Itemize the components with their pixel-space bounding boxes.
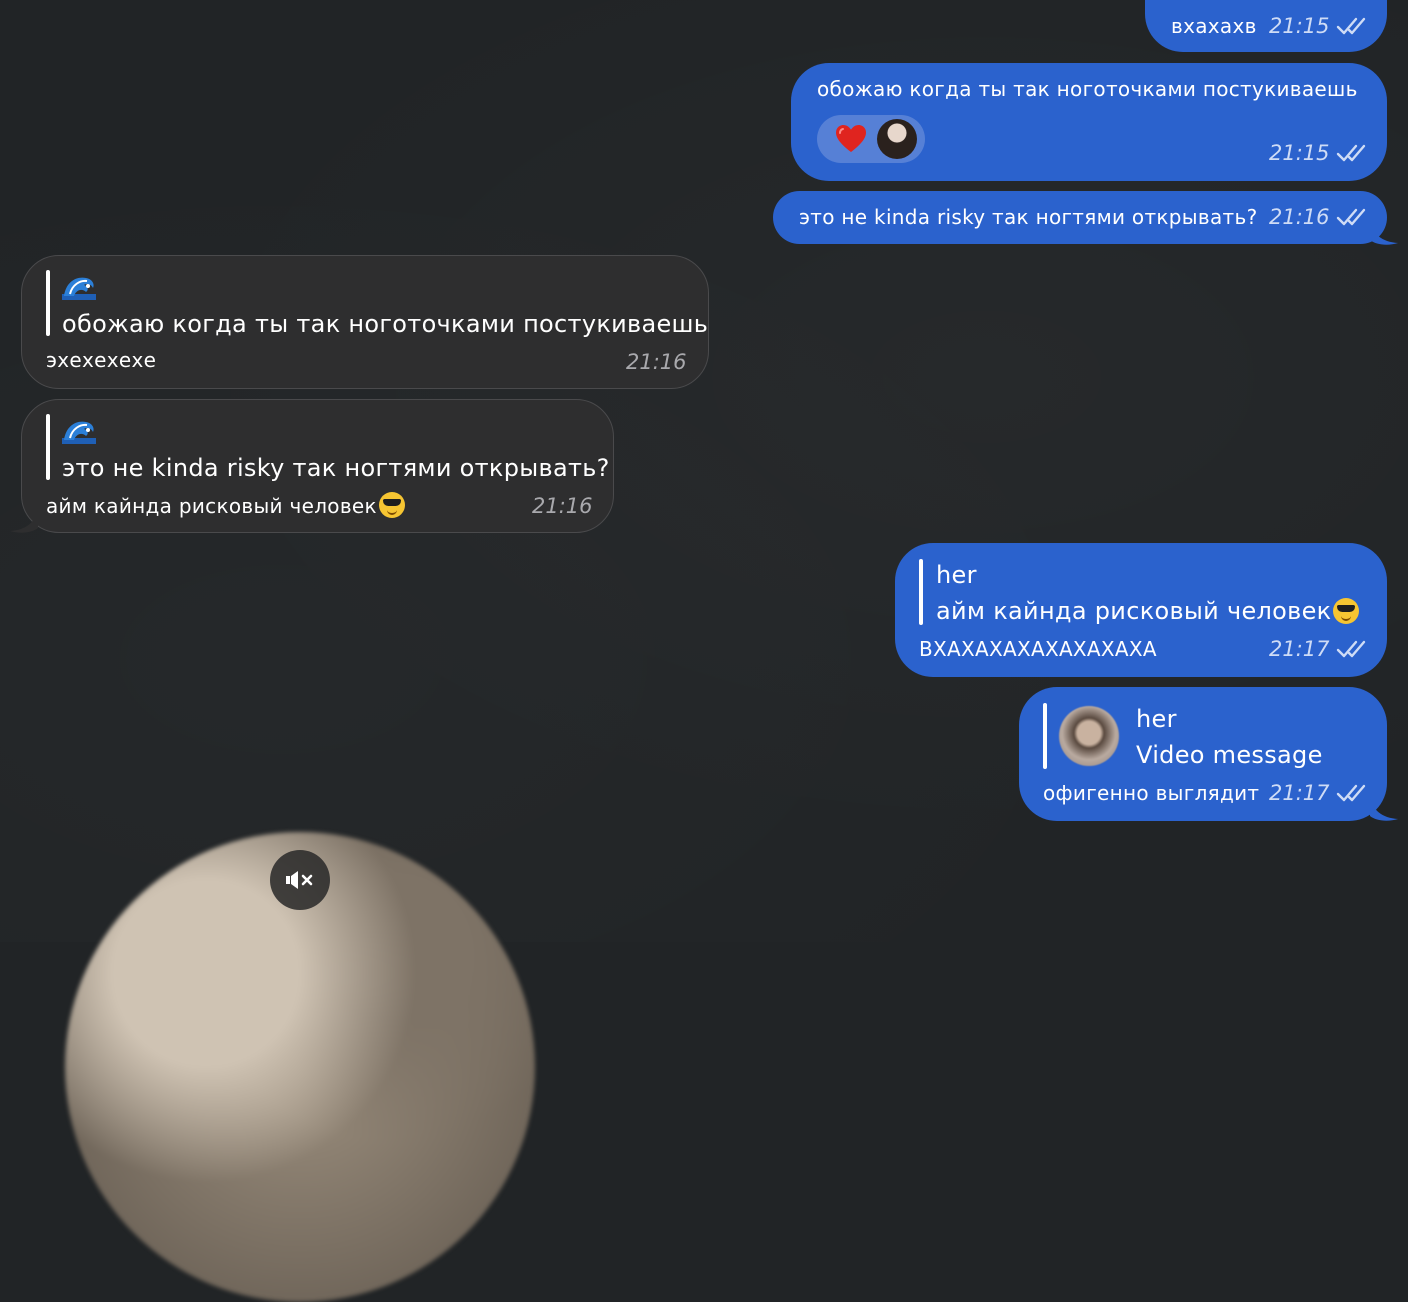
outgoing-message-4[interactable]: her айм кайнда рисковый человек ВХАХАХАХ…: [895, 543, 1387, 677]
message-text: это не kinda risky так ногтями открывать…: [799, 205, 1258, 229]
message-time: 21:17: [1269, 781, 1330, 805]
message-time: 21:15: [1269, 141, 1330, 165]
message-meta: 21:16: [1269, 205, 1368, 229]
message-meta: 21:15: [1269, 14, 1368, 38]
message-text: ВХАХАХАХАХАХАХАХА: [919, 637, 1157, 661]
outgoing-message-2[interactable]: обожаю когда ты так ноготочками постукив…: [791, 63, 1387, 181]
double-check-icon: [1336, 16, 1368, 36]
double-check-icon: [1336, 639, 1368, 659]
wave-emoji-icon: [62, 274, 96, 300]
reply-quote: Video message: [1136, 741, 1323, 769]
message-meta: 21:17: [1269, 637, 1368, 661]
reply-quote: это не kinda risky так ногтями открывать…: [62, 454, 610, 482]
outgoing-message-3[interactable]: это не kinda risky так ногтями открывать…: [773, 191, 1387, 244]
message-text: обожаю когда ты так ноготочками постукив…: [817, 77, 1358, 101]
reactor-avatar: [877, 119, 917, 159]
message-meta: 21:17: [1269, 781, 1368, 805]
reply-author: her: [936, 561, 977, 589]
double-check-icon: [1336, 143, 1368, 163]
wave-emoji-icon: [62, 418, 96, 444]
video-thumbnail: [1059, 706, 1119, 766]
sunglasses-emoji-icon: [378, 492, 405, 518]
bubble-tail: [10, 508, 38, 533]
reply-bar: [46, 414, 50, 480]
incoming-message-2[interactable]: это не kinda risky так ногтями открывать…: [21, 399, 614, 533]
reply-quote: обожаю когда ты так ноготочками постукив…: [62, 310, 709, 338]
message-meta: 21:15: [1269, 141, 1368, 165]
speaker-muted-icon: [284, 868, 316, 896]
message-time: 21:15: [1269, 14, 1330, 38]
reaction-chip[interactable]: [817, 115, 925, 163]
reply-bar: [46, 270, 50, 336]
double-check-icon: [1336, 783, 1368, 803]
message-time: 21:16: [1269, 205, 1330, 229]
message-time: 21:16: [532, 494, 593, 518]
message-time: 21:17: [1269, 637, 1330, 661]
message-text-row: айм кайнда рисковый человек: [46, 492, 405, 518]
outgoing-message-5[interactable]: her Video message офигенно выглядит 21:1…: [1019, 687, 1387, 821]
message-text: вхахахв: [1171, 14, 1257, 38]
reply-quote-row: айм кайнда рисковый человек: [936, 597, 1360, 625]
reply-quote: айм кайнда рисковый человек: [936, 597, 1332, 625]
message-time: 21:16: [626, 350, 687, 374]
outgoing-message-1[interactable]: вхахахв 21:15: [1145, 0, 1387, 52]
message-meta: 21:16: [532, 494, 593, 518]
message-text: эхехехехе: [46, 348, 157, 372]
message-text: офигенно выглядит: [1043, 781, 1260, 805]
bubble-tail: [1370, 796, 1398, 821]
reply-bar: [919, 559, 923, 625]
heart-icon: [835, 124, 867, 158]
message-meta: 21:16: [626, 350, 687, 374]
message-text: айм кайнда рисковый человек: [46, 494, 377, 518]
reply-author: her: [1136, 705, 1177, 733]
double-check-icon: [1336, 207, 1368, 227]
bubble-tail: [1370, 220, 1398, 245]
mute-button[interactable]: [270, 850, 330, 910]
sunglasses-emoji-icon: [1333, 598, 1360, 624]
incoming-message-1[interactable]: обожаю когда ты так ноготочками постукив…: [21, 255, 709, 389]
reply-bar: [1043, 703, 1047, 769]
